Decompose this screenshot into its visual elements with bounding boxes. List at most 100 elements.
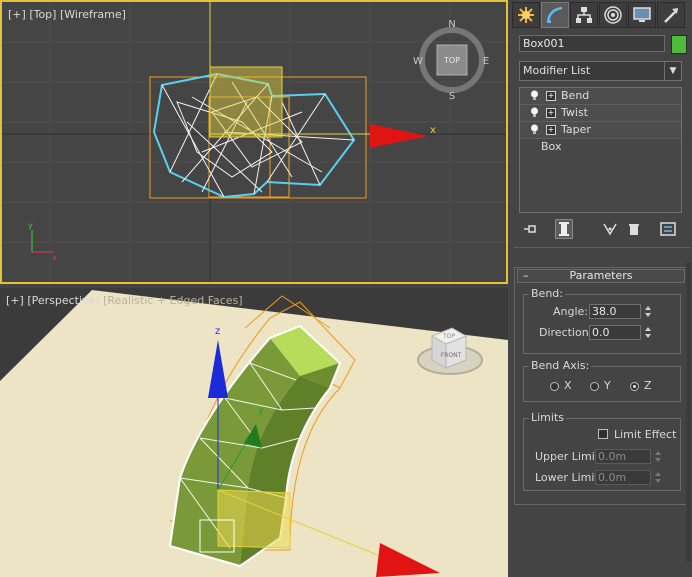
viewport-view-label[interactable]: [Perspective] <box>27 294 99 307</box>
perspective-viewport-canvas: z y TOP FRONT <box>0 288 508 577</box>
angle-field[interactable]: 38.0 <box>589 304 641 319</box>
lower-limit-field[interactable]: 0.0m <box>595 470 651 485</box>
axis-y-label: Y <box>604 379 611 392</box>
show-end-result-button[interactable] <box>555 219 573 239</box>
tab-hierarchy[interactable] <box>570 2 598 28</box>
angle-label: Angle: <box>553 305 589 318</box>
command-panel-tabs <box>512 2 690 30</box>
limits-group-title: Limits <box>529 411 566 424</box>
stack-toolbar <box>519 219 682 239</box>
upper-limit-field[interactable]: 0.0m <box>595 449 651 464</box>
hierarchy-icon <box>576 7 592 23</box>
svg-text:TOP: TOP <box>442 333 455 340</box>
tab-modify[interactable] <box>541 2 569 28</box>
lightbulb-icon[interactable] <box>530 107 539 118</box>
svg-text:z: z <box>215 326 220 337</box>
perspective-viewport-label[interactable]: [+] [Perspective] [Realistic + Edged Fac… <box>6 294 243 307</box>
panel-divider <box>514 247 690 248</box>
svg-text:y: y <box>28 221 33 230</box>
tab-motion[interactable] <box>599 2 627 28</box>
tab-create[interactable] <box>512 2 540 28</box>
lightbulb-icon[interactable] <box>530 90 539 101</box>
configure-modifier-sets-button[interactable] <box>659 219 677 239</box>
viewport-shading-label[interactable]: [Wireframe] <box>60 8 126 21</box>
top-viewport-canvas: x y x TOP N S E W <box>2 2 506 282</box>
top-viewport[interactable]: x y x TOP N S E W [+] [Top] [Wireframe] <box>0 0 508 284</box>
remove-modifier-button[interactable] <box>625 219 643 239</box>
direction-field[interactable]: 0.0 <box>589 325 641 340</box>
viewport-view-label[interactable]: [Top] <box>29 8 56 21</box>
gizmo-x-label: x <box>430 125 436 136</box>
svg-text:W: W <box>413 56 423 67</box>
svg-text:y: y <box>258 405 264 416</box>
svg-text:x: x <box>52 253 57 262</box>
axis-x-label: X <box>564 379 572 392</box>
stack-item-label: Taper <box>561 123 591 136</box>
configure-icon <box>660 222 676 236</box>
direction-spinner[interactable] <box>643 325 653 340</box>
lower-limit-spinner[interactable] <box>653 470 663 485</box>
make-unique-button[interactable] <box>601 219 619 239</box>
pin-icon <box>524 225 536 233</box>
viewport-menu-plus[interactable]: [+] <box>6 294 24 307</box>
gizmo-xy-plane[interactable] <box>209 66 283 138</box>
tab-utilities[interactable] <box>657 2 685 28</box>
bend-axis-group-title: Bend Axis: <box>529 359 592 372</box>
axis-y-radio[interactable] <box>590 382 599 391</box>
display-icon <box>633 7 651 22</box>
object-name-field[interactable]: Box001 <box>519 35 665 52</box>
stack-item-box[interactable]: Box <box>520 139 681 155</box>
make-unique-icon <box>603 223 617 236</box>
axis-z-label: Z <box>644 379 652 392</box>
gizmo-x-arrow[interactable] <box>370 124 428 148</box>
view-compass[interactable]: TOP N S E W <box>413 19 489 102</box>
parameters-rollout-header[interactable]: – Parameters <box>517 269 685 283</box>
command-panel: Box001 Modifier List ▼ + Bend + Twist + … <box>510 0 692 577</box>
expand-icon[interactable]: + <box>546 108 556 118</box>
svg-text:S: S <box>449 91 455 102</box>
stack-item-taper[interactable]: + Taper <box>520 122 681 139</box>
svg-text:N: N <box>448 19 455 30</box>
bend-group-title: Bend: <box>529 287 565 300</box>
bend-axis-group: Bend Axis: X Y Z <box>523 359 681 402</box>
trash-icon <box>629 224 639 235</box>
stack-item-bend[interactable]: + Bend <box>520 88 681 105</box>
tab-display[interactable] <box>628 2 656 28</box>
top-viewport-label[interactable]: [+] [Top] [Wireframe] <box>8 8 126 21</box>
modifier-stack: + Bend + Twist + Taper Box <box>519 87 682 213</box>
viewport-shading-label[interactable]: [Realistic + Edged Faces] <box>103 294 242 307</box>
stack-item-twist[interactable]: + Twist <box>520 105 681 122</box>
stack-item-label: Box <box>541 140 562 153</box>
parameters-rollout: – Parameters Bend: Angle: 38.0 Direction… <box>514 267 688 505</box>
motion-icon <box>604 6 622 24</box>
show-end-result-icon <box>559 222 569 236</box>
object-color-swatch[interactable] <box>671 35 687 54</box>
chevron-down-icon[interactable]: ▼ <box>664 62 681 80</box>
create-icon <box>518 7 534 23</box>
upper-limit-spinner[interactable] <box>653 449 663 464</box>
axis-z-radio[interactable] <box>630 382 639 391</box>
viewport-menu-plus[interactable]: [+] <box>8 8 26 21</box>
expand-icon[interactable]: + <box>546 125 556 135</box>
angle-spinner[interactable] <box>643 304 653 319</box>
modify-icon <box>546 6 563 23</box>
modifier-list-dropdown[interactable]: Modifier List ▼ <box>519 61 682 81</box>
limits-group: Limits Limit Effect Upper Limit: 0.0m Lo… <box>523 411 681 491</box>
svg-text:E: E <box>483 56 489 67</box>
stack-item-label: Twist <box>561 106 588 119</box>
rollout-title: Parameters <box>569 269 633 282</box>
viewcube-top-face[interactable]: TOP <box>443 56 460 65</box>
perspective-viewport[interactable]: z y TOP FRONT [+] [Perspective] [Realist… <box>0 288 508 577</box>
upper-limit-label: Upper Limit: <box>535 450 603 463</box>
axis-x-radio[interactable] <box>550 382 559 391</box>
limit-effect-checkbox[interactable] <box>598 429 608 439</box>
lightbulb-icon[interactable] <box>530 124 539 135</box>
modifier-list-label: Modifier List <box>523 64 591 77</box>
expand-icon[interactable]: + <box>546 91 556 101</box>
utilities-icon <box>664 8 678 23</box>
limit-effect-label: Limit Effect <box>614 428 677 441</box>
pin-stack-button[interactable] <box>521 219 539 239</box>
gizmo-xy-plane[interactable] <box>217 489 291 549</box>
panel-scrollbar[interactable] <box>686 262 691 562</box>
stack-item-label: Bend <box>561 89 590 102</box>
